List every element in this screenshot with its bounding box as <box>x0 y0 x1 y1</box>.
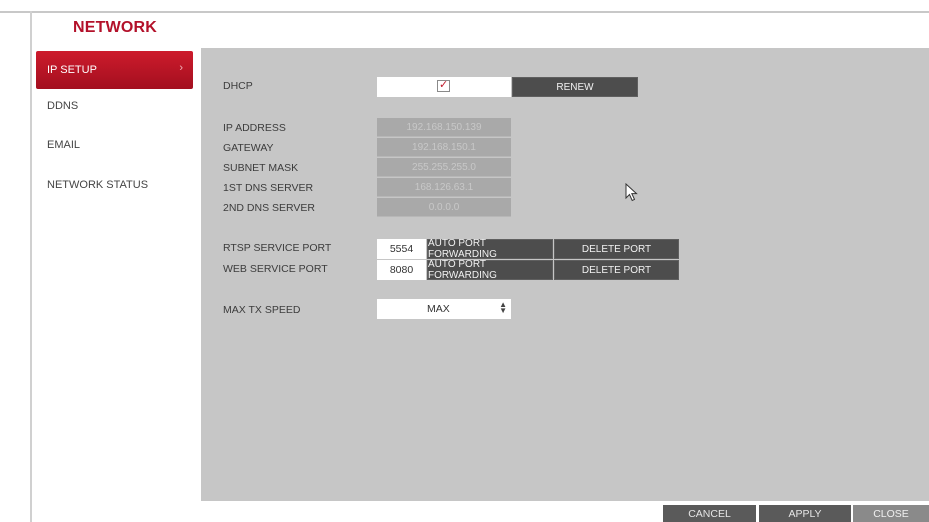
sidebar-item-label: IP SETUP <box>47 64 97 76</box>
rtsp-auto-port-forwarding-button[interactable]: AUTO PORT FORWARDING <box>427 238 553 260</box>
top-divider <box>0 11 929 13</box>
cancel-button[interactable]: CANCEL <box>663 505 756 522</box>
gateway-label: GATEWAY <box>223 142 274 154</box>
page-title: NETWORK <box>73 19 158 36</box>
sidebar-item-email[interactable]: EMAIL <box>36 126 193 164</box>
max-tx-speed-select[interactable]: MAX ▲ ▼ <box>377 299 511 319</box>
subnet-mask-field: 255.255.255.0 <box>377 158 511 177</box>
sidebar-item-label: EMAIL <box>47 139 81 151</box>
up-down-arrows-icon: ▲ ▼ <box>499 300 507 315</box>
dhcp-checkbox[interactable]: ✓ <box>437 79 450 92</box>
renew-button[interactable]: RENEW <box>512 77 638 97</box>
subnet-mask-label: SUBNET MASK <box>223 162 299 174</box>
web-auto-port-forwarding-button[interactable]: AUTO PORT FORWARDING <box>427 259 553 281</box>
apply-button[interactable]: APPLY <box>759 505 851 522</box>
ip-address-field: 192.168.150.139 <box>377 118 511 137</box>
sidebar-item-label: DDNS <box>47 100 79 112</box>
dns2-label: 2ND DNS SERVER <box>223 202 315 214</box>
max-tx-speed-label: MAX TX SPEED <box>223 304 301 316</box>
web-delete-port-button[interactable]: DELETE PORT <box>554 260 679 280</box>
sidebar-item-ip-setup[interactable]: IP SETUP › <box>36 51 193 89</box>
rtsp-port-label: RTSP SERVICE PORT <box>223 242 332 254</box>
sidebar-item-network-status[interactable]: NETWORK STATUS <box>36 166 193 204</box>
select-value: MAX <box>427 303 450 315</box>
dhcp-label: DHCP <box>223 80 253 92</box>
ip-address-label: IP ADDRESS <box>223 122 286 134</box>
sidebar-item-label: NETWORK STATUS <box>47 179 149 191</box>
checkmark-icon: ✓ <box>439 79 449 91</box>
rtsp-delete-port-button[interactable]: DELETE PORT <box>554 239 679 259</box>
dns1-label: 1ST DNS SERVER <box>223 182 314 194</box>
web-port-input[interactable]: 8080 <box>377 260 426 280</box>
close-button[interactable]: CLOSE <box>853 505 929 522</box>
dns2-field: 0.0.0.0 <box>377 198 511 217</box>
gateway-field: 192.168.150.1 <box>377 138 511 157</box>
sidebar-item-ddns[interactable]: DDNS <box>36 87 193 125</box>
mouse-cursor-icon <box>625 183 638 202</box>
rtsp-port-input[interactable]: 5554 <box>377 239 426 259</box>
sidebar: IP SETUP › DDNS EMAIL NETWORK STATUS <box>33 48 201 522</box>
dns1-field: 168.126.63.1 <box>377 178 511 197</box>
web-port-label: WEB SERVICE PORT <box>223 263 328 275</box>
chevron-right-icon: › <box>179 62 183 74</box>
left-divider <box>30 11 32 522</box>
